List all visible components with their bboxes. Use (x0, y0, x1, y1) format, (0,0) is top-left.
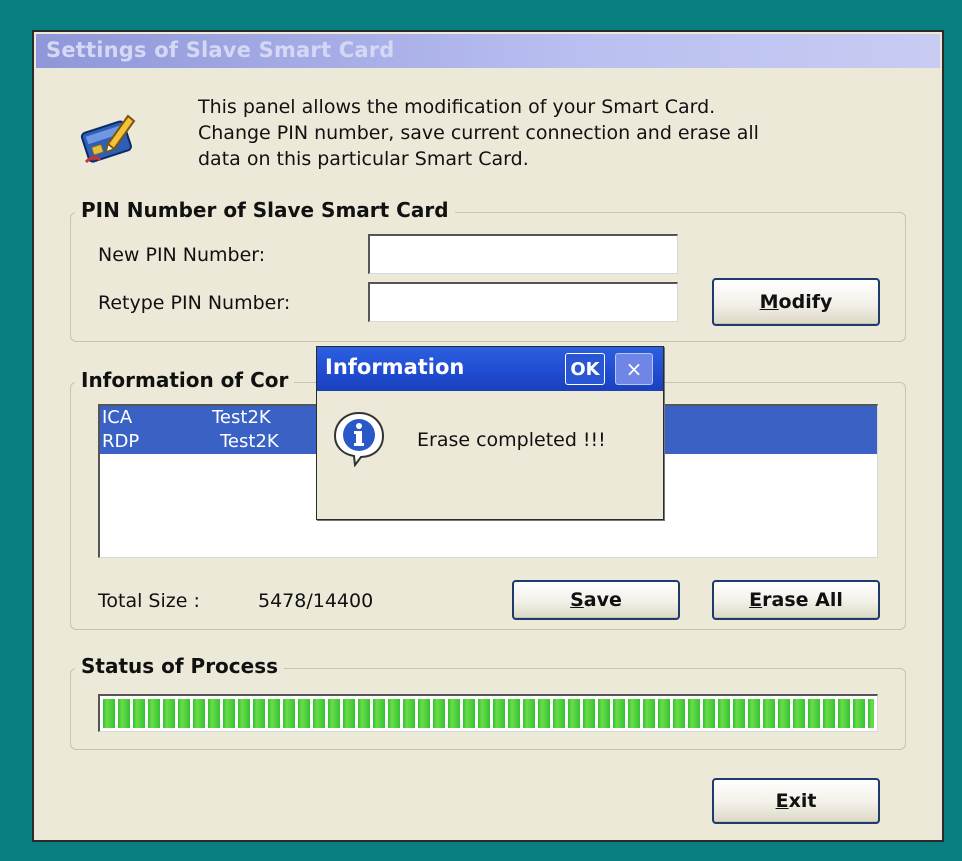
progress-bar (98, 694, 878, 732)
progress-fill (103, 699, 874, 728)
new-pin-label: New PIN Number: (98, 244, 266, 266)
modify-button[interactable]: Modify (712, 278, 880, 326)
total-size-value: 5478/14400 (258, 590, 374, 612)
retype-pin-input[interactable] (368, 282, 678, 322)
modify-button-label: odify (778, 291, 833, 313)
total-size-label: Total Size : (98, 590, 200, 612)
dialog-close-button[interactable]: × (615, 353, 653, 385)
dialog-message: Erase completed !!! (417, 429, 606, 451)
exit-button-mnemonic: E (775, 790, 789, 812)
list-item-protocol: ICA (102, 407, 133, 428)
intro-line: Change PIN number, save current connecti… (198, 122, 759, 144)
information-dialog: Information OK × Erase completed !!! (316, 346, 664, 520)
modify-button-mnemonic: M (759, 291, 779, 313)
dialog-title: Information (325, 355, 465, 379)
smart-card-edit-icon (80, 114, 136, 164)
dialog-ok-button[interactable]: OK (565, 353, 605, 385)
window-title: Settings of Slave Smart Card (46, 38, 395, 62)
save-button-label: ave (583, 589, 622, 611)
connections-group-title: Information of Cor (75, 368, 295, 392)
save-button[interactable]: Save (512, 580, 680, 620)
exit-button[interactable]: Exit (712, 778, 880, 824)
list-item-server: Test2K (212, 407, 271, 428)
erase-all-button[interactable]: Erase All (712, 580, 880, 620)
dialog-titlebar[interactable]: Information OK × (317, 347, 663, 391)
pin-group-title: PIN Number of Slave Smart Card (75, 198, 455, 222)
erase-all-button-label: rase All (762, 589, 843, 611)
save-button-mnemonic: S (570, 589, 584, 611)
exit-button-label: xit (788, 790, 817, 812)
intro-text: This panel allows the modification of yo… (198, 94, 898, 172)
window-titlebar[interactable]: Settings of Slave Smart Card (36, 34, 940, 68)
erase-all-button-mnemonic: E (749, 589, 763, 611)
list-item-server: Test2K (220, 431, 279, 452)
status-group-title: Status of Process (75, 654, 285, 678)
intro-line: data on this particular Smart Card. (198, 148, 529, 170)
retype-pin-label: Retype PIN Number: (98, 292, 291, 314)
new-pin-input[interactable] (368, 234, 678, 274)
intro-line: This panel allows the modification of yo… (198, 96, 716, 118)
info-icon (333, 411, 385, 467)
list-item-protocol: RDP (102, 431, 140, 452)
